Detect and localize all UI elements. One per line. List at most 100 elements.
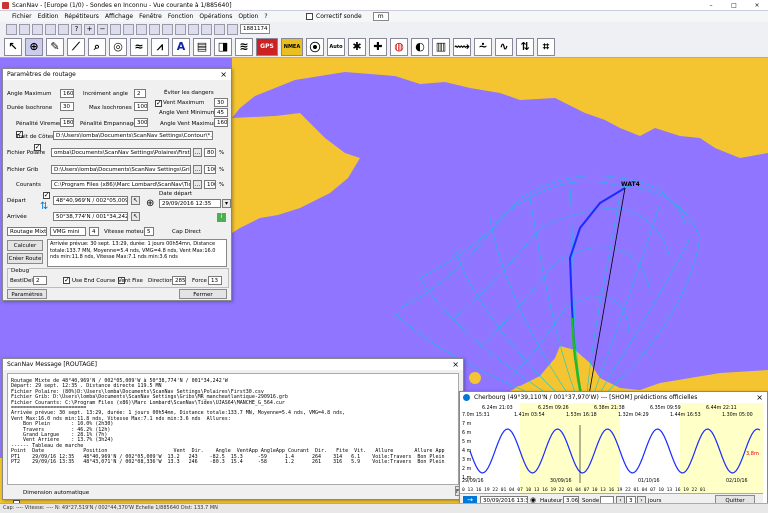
date-depart-input[interactable]: 29/09/2016 12:35: [159, 199, 221, 208]
creer-route-button[interactable]: Créer Route: [7, 253, 43, 264]
ais-icon[interactable]: ⦿: [306, 37, 324, 56]
compass-icon[interactable]: ✱: [348, 37, 366, 56]
angle-vmax-input[interactable]: 160: [214, 118, 228, 127]
message-close-icon[interactable]: ×: [452, 359, 459, 370]
pan-icon[interactable]: [110, 23, 121, 35]
polar-icon[interactable]: ∿: [495, 37, 513, 56]
direction-input[interactable]: 285: [172, 276, 186, 285]
max-iso-input[interactable]: 100: [134, 102, 148, 111]
grib-pct[interactable]: 100: [204, 165, 216, 174]
print-icon[interactable]: [32, 23, 43, 35]
auto-button[interactable]: Auto: [327, 37, 345, 56]
force-input[interactable]: 13: [208, 276, 222, 285]
copy-icon[interactable]: [45, 23, 56, 35]
paste-icon[interactable]: [58, 23, 69, 35]
vmg-select[interactable]: VMG mini: [50, 227, 86, 236]
menu-operations[interactable]: Opérations: [199, 13, 232, 20]
layers-icon[interactable]: [201, 23, 212, 35]
text-tool-icon[interactable]: A: [172, 37, 190, 56]
tide-icon[interactable]: ≋: [235, 37, 253, 56]
log-icon[interactable]: ▥: [432, 37, 450, 56]
grib-browse-button[interactable]: …: [193, 165, 202, 174]
calculer-button[interactable]: Calculer: [7, 240, 43, 251]
angle-max-input[interactable]: 160: [60, 89, 74, 98]
help-icon[interactable]: ?: [71, 23, 82, 35]
trait-cotes-input[interactable]: D:\Users\lomba\Documents\ScanNav Setting…: [53, 131, 213, 140]
parametres-button[interactable]: Paramètres: [7, 289, 47, 299]
close-icon[interactable]: ×: [746, 0, 768, 11]
vmg-value[interactable]: 4: [89, 227, 99, 236]
correctif-sonde-checkbox[interactable]: [306, 13, 313, 20]
waypoint-icon[interactable]: ✎: [46, 37, 64, 56]
track-icon[interactable]: ⟿: [453, 37, 471, 56]
gps-button[interactable]: GPS: [256, 37, 278, 56]
grib-icon[interactable]: ▤: [193, 37, 211, 56]
arrivee-pick-icon[interactable]: ↖: [131, 212, 140, 221]
end-course-checkbox[interactable]: [63, 276, 70, 284]
menu-option[interactable]: Option: [238, 13, 258, 20]
fermer-button[interactable]: Fermer: [179, 289, 227, 299]
duree-input[interactable]: 30: [60, 102, 74, 111]
menu-fonction[interactable]: Fonction: [168, 13, 194, 20]
scale-icon[interactable]: [227, 23, 238, 35]
chart-select[interactable]: 1881174: [240, 24, 270, 34]
measure-icon[interactable]: [123, 23, 134, 35]
frame-icon[interactable]: ⌗: [537, 37, 555, 56]
north-up-icon[interactable]: [175, 23, 186, 35]
lifebuoy-icon[interactable]: ◍: [390, 37, 408, 56]
courants-pct[interactable]: 100: [204, 180, 216, 189]
depart-input[interactable]: 48°40,969'N / 002°05,009'W: [53, 196, 128, 205]
polaire-pct[interactable]: 80: [204, 148, 216, 157]
cursor-icon[interactable]: ↖: [4, 37, 22, 56]
mob-icon[interactable]: ✚: [369, 37, 387, 56]
polaire-input[interactable]: omba\Documents\ScanNav Settings\Polaires…: [51, 148, 191, 157]
penalite-empannage-input[interactable]: 300: [134, 118, 148, 127]
menu-repetiteurs[interactable]: Répétiteurs: [64, 13, 99, 20]
penalite-virement-input[interactable]: 180: [60, 118, 74, 127]
tide-close-icon[interactable]: ×: [756, 392, 763, 403]
menu-help[interactable]: ?: [264, 13, 267, 20]
zoom-out-icon[interactable]: −: [97, 23, 108, 35]
correctif-sonde[interactable]: Correctif sonde m: [306, 12, 389, 21]
save-icon[interactable]: [19, 23, 30, 35]
meteo-icon[interactable]: ◨: [214, 37, 232, 56]
mode-select[interactable]: Routage Mixte: [7, 227, 47, 236]
menu-affichage[interactable]: Affichage: [105, 13, 133, 20]
menu-fenetre[interactable]: Fenêtre: [139, 13, 162, 20]
swap-icon[interactable]: ⇅: [40, 201, 48, 212]
routing-icon[interactable]: ◎: [109, 37, 127, 56]
maximize-icon[interactable]: □: [723, 0, 745, 11]
open-icon[interactable]: [6, 23, 17, 35]
sonde-value[interactable]: m: [372, 12, 389, 21]
search-icon[interactable]: ⌕: [88, 37, 106, 56]
info-icon[interactable]: i: [217, 213, 226, 222]
chart-icon[interactable]: ⩘: [151, 37, 169, 56]
minimize-icon[interactable]: –: [700, 0, 722, 11]
nmea-button[interactable]: NMEA: [281, 37, 303, 56]
arrivee-input[interactable]: 50°38,774'N / 001°34,242'W: [53, 212, 128, 221]
polaire-browse-button[interactable]: …: [193, 148, 202, 157]
alarm-icon[interactable]: ◐: [411, 37, 429, 56]
menu-fichier[interactable]: Fichier: [12, 13, 32, 20]
wind-icon[interactable]: ≈: [130, 37, 148, 56]
menu-edition[interactable]: Edition: [38, 13, 59, 20]
center-icon[interactable]: [214, 23, 225, 35]
depart-pick-icon[interactable]: ↖: [131, 196, 140, 205]
route-edit-icon[interactable]: ⟋: [67, 37, 85, 56]
zoom-in-icon[interactable]: +: [84, 23, 95, 35]
courants-checkbox[interactable]: [42, 191, 50, 199]
graph-icon[interactable]: ⩪: [474, 37, 492, 56]
courants-browse-button[interactable]: …: [193, 180, 202, 189]
target-icon[interactable]: ⊕: [25, 37, 43, 56]
date-spin-icon[interactable]: ▾: [222, 199, 231, 208]
angle-min-input[interactable]: 45: [214, 108, 228, 117]
course-up-icon[interactable]: [188, 23, 199, 35]
increment-input[interactable]: 2: [134, 89, 146, 98]
courants-input[interactable]: C:\Program Files (x86)\Marc Lombard\Scan…: [51, 180, 191, 189]
crosshair-icon[interactable]: ⊕: [146, 198, 154, 209]
grib-input[interactable]: D:\Users\lomba\Documents\ScanNav Setting…: [51, 165, 191, 174]
sort-icon[interactable]: ⇅: [516, 37, 534, 56]
vent-max-input[interactable]: 30: [214, 98, 228, 107]
route-icon[interactable]: [136, 23, 147, 35]
routing-close-icon[interactable]: ×: [220, 69, 227, 80]
